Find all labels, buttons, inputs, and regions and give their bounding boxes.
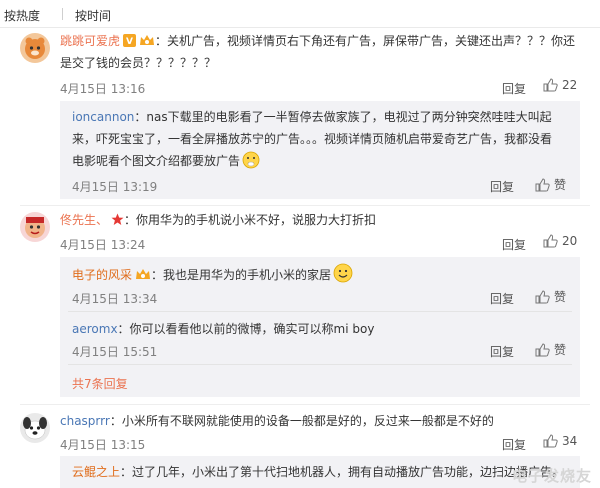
member-crown-icon [135, 266, 151, 288]
like-count: 20 [562, 234, 578, 248]
like-button[interactable]: 34 [543, 434, 577, 448]
thumbs-up-icon [535, 289, 550, 303]
reply-button[interactable]: 回复 [490, 178, 514, 195]
svg-text:V: V [126, 37, 133, 47]
comment-username[interactable]: chasprrr [60, 414, 110, 428]
sort-by-time-tab[interactable]: 按时间 [75, 7, 111, 24]
reply-text-line2: 来，吓死宝宝了，一看全屏播放苏宁的广告。。。视频详情页随机启带爱奇艺广告，我都没… [72, 132, 553, 146]
thumbs-up-icon [543, 234, 558, 248]
comment-username[interactable]: 跳跳可爱虎 [60, 34, 120, 48]
comment-body: ：你用华为的手机说小米不好，说服力大打折扣 [124, 213, 377, 227]
reply-username[interactable]: 电子的风采 [72, 268, 132, 282]
reply-username[interactable]: 云鲲之上 [72, 465, 120, 479]
sort-bar: 按热度 按时间 [0, 0, 600, 28]
comment-text: 佟先生、 ：你用华为的手机说小米不好，说服力大打折扣 [60, 209, 376, 233]
shy-emoji-icon [242, 151, 260, 176]
comment-divider [20, 404, 590, 405]
sort-divider [62, 8, 63, 20]
reply-body: ：过了几年，小米出了第十代扫地机器人，拥有自动播放广告功能，边扫边播广告。 [120, 465, 565, 479]
like-count: 34 [562, 434, 578, 448]
like-label: 赞 [554, 343, 567, 357]
member-crown-icon [139, 32, 155, 54]
reply-time: 4月15日 13:34 [72, 292, 158, 306]
reply-time: 4月15日 13:19 [72, 180, 158, 194]
comment-text: 跳跳可爱虎 V ：关机广告，视频详情页右下角还有广告，屏保带广告，关键还出声？？？你… [60, 30, 590, 54]
watermark: 电子发烧友 [511, 467, 592, 485]
like-button[interactable]: 20 [543, 234, 577, 248]
reply-username[interactable]: aeromx [72, 322, 118, 336]
reply-button[interactable]: 回复 [490, 290, 514, 307]
smile-emoji-icon [333, 263, 353, 290]
avatar-dog[interactable] [20, 413, 50, 443]
avatar-cartoon-face[interactable] [20, 212, 50, 242]
thumbs-up-icon [543, 434, 558, 448]
comment-body: ：关机广告，视频详情页右下角还有广告，屏保带广告，关键还出声？？？你还 [155, 34, 576, 48]
reply-text: aeromx：你可以看看他以前的微博，确实可以称mi boy [72, 318, 374, 340]
reply-divider [68, 311, 572, 312]
comment-divider [20, 205, 590, 206]
reply-button[interactable]: 回复 [502, 236, 526, 253]
like-button[interactable]: 赞 [535, 176, 566, 193]
comment-text-line2: 是交了钱的会员？？？？？？ [60, 56, 217, 70]
more-replies-link[interactable]: 共7条回复 [72, 375, 128, 392]
reply-text-line3: 电影呢看个图文介绍都要放广告 [72, 150, 260, 176]
like-button[interactable]: 22 [543, 78, 577, 92]
avatar-tiger[interactable] [20, 33, 50, 63]
thumbs-up-icon [535, 177, 550, 191]
comment-time: 4月15日 13:24 [60, 238, 146, 252]
reply-text: 电子的风采 ：我也是用华为的手机小米的家居 [72, 263, 353, 290]
red-star-icon [111, 211, 124, 233]
comment-time: 4月15日 13:15 [60, 438, 146, 452]
vip-badge-icon: V [123, 32, 137, 54]
reply-time: 4月15日 15:51 [72, 345, 158, 359]
like-label: 赞 [554, 290, 567, 304]
comment-body: ：小米所有不联网就能使用的设备一般都是好的，反过来一般都是不好的 [109, 414, 494, 428]
comment-username[interactable]: 佟先生、 [60, 213, 108, 227]
like-button[interactable]: 赞 [535, 341, 566, 358]
reply-body: ：nas下载里的电影看了一半暂停去做家族了，电视过了两分钟突然哇哇大叫起 [134, 110, 552, 124]
comment-time: 4月15日 13:16 [60, 82, 146, 96]
thumbs-up-icon [543, 78, 558, 92]
reply-body: ：我也是用华为的手机小米的家居 [151, 268, 332, 282]
reply-button[interactable]: 回复 [490, 343, 514, 360]
like-count: 22 [562, 78, 578, 92]
reply-button[interactable]: 回复 [502, 436, 526, 453]
reply-username[interactable]: ioncannon [72, 110, 134, 124]
reply-text: 云鲲之上：过了几年，小米出了第十代扫地机器人，拥有自动播放广告功能，边扫边播广告… [72, 461, 577, 483]
reply-divider [68, 364, 572, 365]
reply-body: ：你可以看看他以前的微博，确实可以称mi boy [117, 322, 375, 336]
reply-text: ioncannon：nas下载里的电影看了一半暂停去做家族了，电视过了两分钟突然… [72, 106, 572, 128]
comment-text: chasprrr：小米所有不联网就能使用的设备一般都是好的，反过来一般都是不好的 [60, 410, 494, 432]
like-label: 赞 [554, 178, 567, 192]
like-button[interactable]: 赞 [535, 288, 566, 305]
thumbs-up-icon [535, 342, 550, 356]
reply-button[interactable]: 回复 [502, 80, 526, 97]
sort-by-hot-tab[interactable]: 按热度 [4, 7, 40, 24]
